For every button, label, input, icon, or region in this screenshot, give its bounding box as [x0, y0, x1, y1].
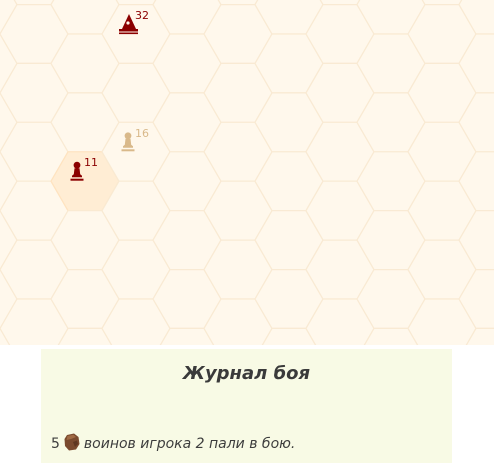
rock-icon [64, 433, 80, 455]
battle-log-entry: 5 воинов игрока 2 пали в бою. [51, 433, 295, 455]
hex-board[interactable]: 32 11 16 [0, 0, 494, 345]
unit-count: 16 [135, 127, 149, 140]
hex-grid[interactable]: 32 11 16 [0, 0, 494, 345]
battle-log-title: Журнал боя [182, 363, 311, 384]
battle-log-panel: Журнал боя 5 воинов игрока 2 пали в бою. [41, 349, 452, 463]
unit-count: 32 [135, 9, 149, 22]
casualty-count: 5 [51, 436, 60, 452]
casualty-text: воинов игрока 2 пали в бою. [83, 436, 296, 452]
unit-count: 11 [84, 156, 98, 169]
